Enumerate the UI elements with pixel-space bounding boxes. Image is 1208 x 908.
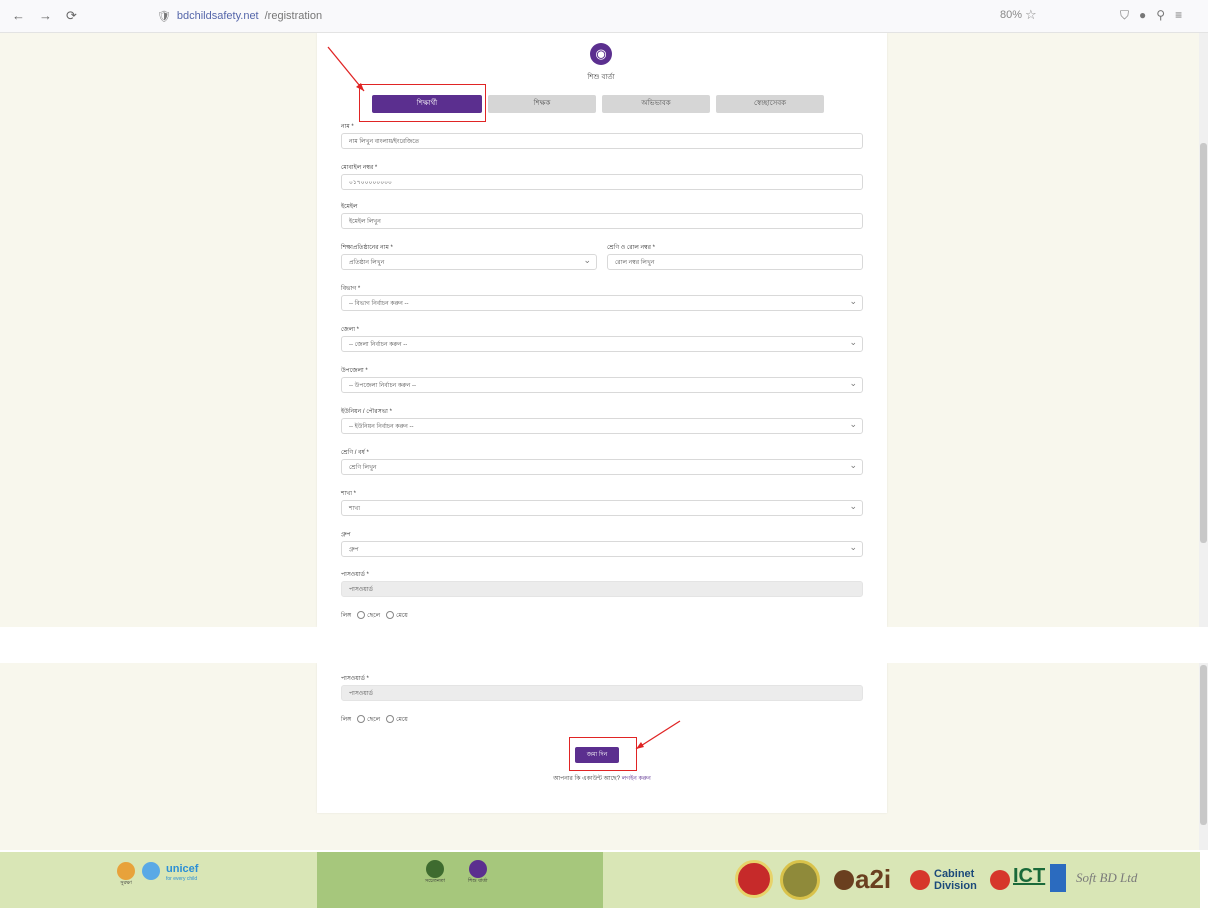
globe-icon xyxy=(425,860,444,878)
government-seal-icon xyxy=(735,860,773,898)
unicef-logo: unicef xyxy=(166,863,199,875)
a2i-logo: a2i xyxy=(855,864,892,894)
extensions-icon[interactable]: ⚲ xyxy=(1156,8,1165,23)
screenshot-top: ◉ শিশু বার্তা শিক্ষার্থী শিক্ষক অভিভাবক … xyxy=(0,33,1200,627)
zoom-level[interactable]: 80% xyxy=(1000,9,1022,21)
cabinet-division-line1: Cabinet xyxy=(934,868,975,880)
url-path: /registration xyxy=(264,10,323,22)
browser-toolbar: ← → ⟳ 🛡 bdchildsafety.net /registration … xyxy=(0,0,1208,33)
cabinet-emblem-icon xyxy=(910,870,930,890)
scrollbar-thumb[interactable] xyxy=(1200,143,1207,543)
mascot-icon xyxy=(142,862,160,880)
partner-footer: সুরক্ষা unicef for every child সচেতনতা শ… xyxy=(0,852,1200,908)
ict-logo: ICT xyxy=(1013,865,1046,887)
annotation-arrow-tab xyxy=(327,46,365,92)
education-board-seal-icon xyxy=(780,860,820,900)
cabinet-division-line2: Division xyxy=(934,880,977,892)
shield-toolbar-icon[interactable]: ⛉ xyxy=(1120,8,1129,23)
footer-middle-band xyxy=(317,852,603,908)
softbd-logo: Soft BD Ltd xyxy=(1076,870,1138,885)
reload-icon[interactable]: ⟳ xyxy=(66,8,77,24)
shield-icon: 🛡 xyxy=(156,10,171,23)
undp-logo-icon xyxy=(1050,864,1066,892)
address-bar[interactable]: 🛡 bdchildsafety.net /registration xyxy=(157,10,322,23)
forward-icon[interactable]: → xyxy=(39,8,52,24)
menu-icon[interactable]: ≡ xyxy=(1175,8,1182,23)
annotation-arrow-submit xyxy=(635,720,681,750)
footer-logo-shishu-barta: শিশু বার্তা xyxy=(468,860,488,886)
bookmark-star-icon[interactable]: ☆ xyxy=(1025,7,1037,23)
browser-nav: ← → ⟳ xyxy=(12,8,77,24)
protection-logo-icon xyxy=(117,862,135,880)
screenshot-bottom: পাসওয়ার্ড * পাসওয়ার্ড লিঙ্গ ছেলে মেয়ে… xyxy=(0,663,1200,850)
unicef-tagline: for every child xyxy=(166,876,198,882)
footer-logo-protection: সুরক্ষা xyxy=(117,862,135,888)
shishu-barta-logo-icon xyxy=(468,860,487,878)
footer-logo-awareness: সচেতনতা xyxy=(425,860,445,886)
scrollbar-thumb[interactable] xyxy=(1200,665,1207,825)
ict-emblem-icon xyxy=(990,870,1010,890)
scrollbar-bottom[interactable] xyxy=(1199,663,1208,850)
url-host: bdchildsafety.net xyxy=(176,10,259,22)
a2i-icon xyxy=(834,870,854,890)
scrollbar-top[interactable] xyxy=(1199,33,1208,627)
account-icon[interactable]: ● xyxy=(1139,8,1146,23)
back-icon[interactable]: ← xyxy=(12,8,25,24)
browser-toolbar-icons: ⛉ ● ⚲ ≡ xyxy=(1120,8,1182,23)
